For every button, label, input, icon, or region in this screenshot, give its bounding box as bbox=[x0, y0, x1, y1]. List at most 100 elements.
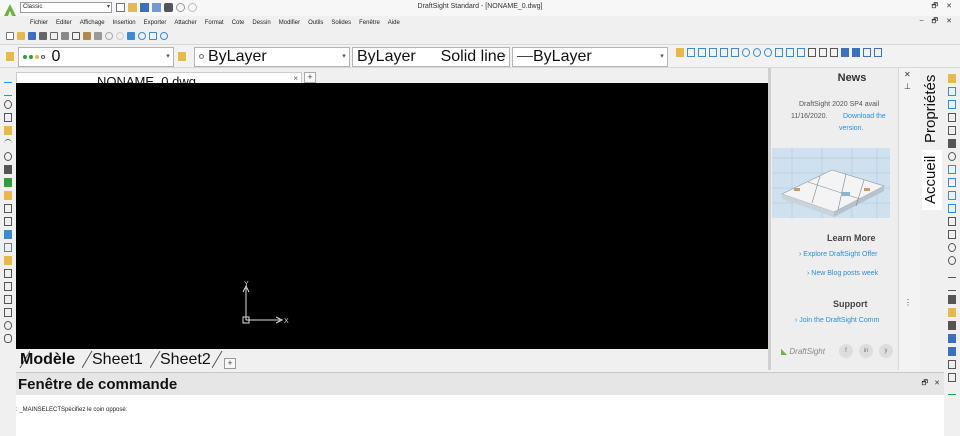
baseline-dimension-icon[interactable] bbox=[742, 48, 750, 57]
restore-window-icon[interactable]: 🗗 bbox=[932, 2, 939, 13]
linear-dimension-icon[interactable] bbox=[687, 48, 695, 57]
hatch-icon[interactable] bbox=[4, 178, 12, 187]
match-properties-icon[interactable] bbox=[94, 32, 102, 40]
align-icon[interactable] bbox=[948, 282, 956, 291]
attribute-icon[interactable] bbox=[863, 48, 871, 57]
zoom-previous-icon[interactable] bbox=[160, 32, 168, 40]
diameter-dimension-icon[interactable] bbox=[731, 48, 739, 57]
continue-dimension-icon[interactable] bbox=[753, 48, 761, 57]
pin-panel-icon[interactable]: ⊥ bbox=[904, 82, 911, 91]
ungroup-icon[interactable] bbox=[948, 347, 956, 356]
layer-previous-icon[interactable] bbox=[178, 52, 186, 61]
center-mark-icon[interactable] bbox=[797, 48, 805, 57]
ordinate-dimension-icon[interactable] bbox=[764, 48, 772, 57]
news-download-link[interactable]: Download the bbox=[843, 113, 886, 120]
boundary-icon[interactable] bbox=[4, 243, 12, 252]
close-tab-icon[interactable]: × bbox=[293, 74, 298, 83]
polygon-icon[interactable] bbox=[4, 217, 12, 226]
wipeout-icon[interactable] bbox=[4, 256, 12, 265]
aligned-dimension-icon[interactable] bbox=[698, 48, 706, 57]
workspace-select[interactable]: Classic ▾ bbox=[20, 2, 112, 13]
copy-icon[interactable] bbox=[948, 87, 956, 96]
menu-modify[interactable]: Modifier bbox=[275, 17, 304, 29]
circle-icon[interactable] bbox=[4, 100, 12, 109]
revision-cloud-icon[interactable] bbox=[4, 204, 12, 213]
region-icon[interactable] bbox=[4, 230, 12, 239]
new-icon[interactable] bbox=[6, 32, 14, 40]
image-icon[interactable] bbox=[4, 308, 12, 317]
document-tab[interactable]: NONAME_0.dwg × bbox=[16, 72, 302, 83]
polyline-icon[interactable] bbox=[4, 126, 12, 135]
layer-select[interactable]: 0 ▾ bbox=[18, 47, 174, 67]
menu-file[interactable]: Fichier bbox=[26, 17, 52, 29]
menu-attach[interactable]: Attacher bbox=[170, 17, 200, 29]
dimension-icon[interactable] bbox=[676, 48, 684, 57]
lineweight-select[interactable]: ByLayer ▾ bbox=[512, 47, 668, 67]
insert-block-icon[interactable] bbox=[852, 48, 860, 57]
point-icon[interactable] bbox=[4, 191, 12, 200]
menu-format[interactable]: Format bbox=[201, 17, 228, 29]
offset-icon[interactable] bbox=[948, 113, 956, 122]
blog-posts-link[interactable]: › New Blog posts week bbox=[807, 270, 878, 277]
add-layout-button[interactable]: + bbox=[224, 358, 236, 369]
erase-icon[interactable] bbox=[948, 74, 956, 83]
more-options-icon[interactable]: ⋮ bbox=[904, 298, 912, 307]
mirror-icon[interactable] bbox=[948, 100, 956, 109]
insert-block-icon[interactable] bbox=[4, 282, 12, 291]
cut-icon[interactable] bbox=[61, 32, 69, 40]
donut-icon[interactable] bbox=[4, 321, 12, 330]
trim-icon[interactable] bbox=[948, 191, 956, 200]
match-icon[interactable] bbox=[948, 321, 956, 330]
move-icon[interactable] bbox=[948, 139, 956, 148]
print-icon[interactable] bbox=[164, 3, 173, 12]
undock-icon[interactable]: 🗗 bbox=[922, 379, 929, 390]
floorplan-image[interactable] bbox=[772, 148, 890, 218]
tab-sheet2[interactable]: Sheet2 bbox=[156, 350, 221, 369]
undo-icon[interactable] bbox=[176, 3, 185, 12]
block-icon[interactable] bbox=[830, 48, 838, 57]
menu-export[interactable]: Exporter bbox=[140, 17, 171, 29]
radius-dimension-icon[interactable] bbox=[720, 48, 728, 57]
line-icon[interactable] bbox=[4, 74, 12, 83]
print-icon[interactable] bbox=[39, 32, 47, 40]
leader-icon[interactable] bbox=[786, 48, 794, 57]
open-folder-icon[interactable] bbox=[128, 3, 137, 12]
zoom-icon[interactable] bbox=[138, 32, 146, 40]
properties-icon[interactable] bbox=[948, 308, 956, 317]
paste-icon[interactable] bbox=[83, 32, 91, 40]
menu-view[interactable]: Affichage bbox=[76, 17, 109, 29]
cloud-icon[interactable] bbox=[4, 334, 12, 343]
chamfer-icon[interactable] bbox=[948, 243, 956, 252]
fillet-icon[interactable] bbox=[948, 256, 956, 265]
close-icon[interactable]: ✕ bbox=[934, 379, 940, 390]
tab-sheet1[interactable]: Sheet1 bbox=[88, 350, 153, 369]
facebook-icon[interactable]: f bbox=[839, 344, 853, 358]
table-icon[interactable] bbox=[4, 295, 12, 304]
spline-icon[interactable] bbox=[4, 165, 12, 174]
close-panel-icon[interactable]: ✕ bbox=[904, 70, 911, 79]
ellipse-icon[interactable] bbox=[4, 152, 12, 161]
menu-draw[interactable]: Dessin bbox=[248, 17, 274, 29]
layout-icon[interactable] bbox=[874, 48, 882, 57]
save-icon[interactable] bbox=[140, 3, 149, 12]
menu-solids[interactable]: Solides bbox=[327, 17, 355, 29]
color-select[interactable]: ByLayer ▾ bbox=[194, 47, 350, 67]
text-icon[interactable] bbox=[808, 48, 816, 57]
join-icon[interactable] bbox=[948, 230, 956, 239]
tab-properties[interactable]: Propriétés bbox=[922, 70, 942, 148]
edit-polyline-icon[interactable] bbox=[948, 295, 956, 304]
undo-icon[interactable] bbox=[105, 32, 113, 40]
array-icon[interactable] bbox=[948, 373, 956, 382]
stretch-icon[interactable] bbox=[948, 178, 956, 187]
group-icon[interactable] bbox=[948, 334, 956, 343]
layer-manager-icon[interactable] bbox=[6, 52, 14, 61]
rectangle-icon[interactable] bbox=[4, 113, 12, 122]
menu-help[interactable]: Aide bbox=[384, 17, 404, 29]
news-version-link[interactable]: version. bbox=[839, 125, 864, 132]
menu-insert[interactable]: Insertion bbox=[109, 17, 140, 29]
drawing-canvas[interactable]: Y X bbox=[16, 83, 769, 349]
redo-icon[interactable] bbox=[188, 3, 197, 12]
copy-icon[interactable] bbox=[72, 32, 80, 40]
close-document-icon[interactable]: ✕ bbox=[946, 17, 952, 28]
new-file-icon[interactable] bbox=[116, 3, 125, 12]
